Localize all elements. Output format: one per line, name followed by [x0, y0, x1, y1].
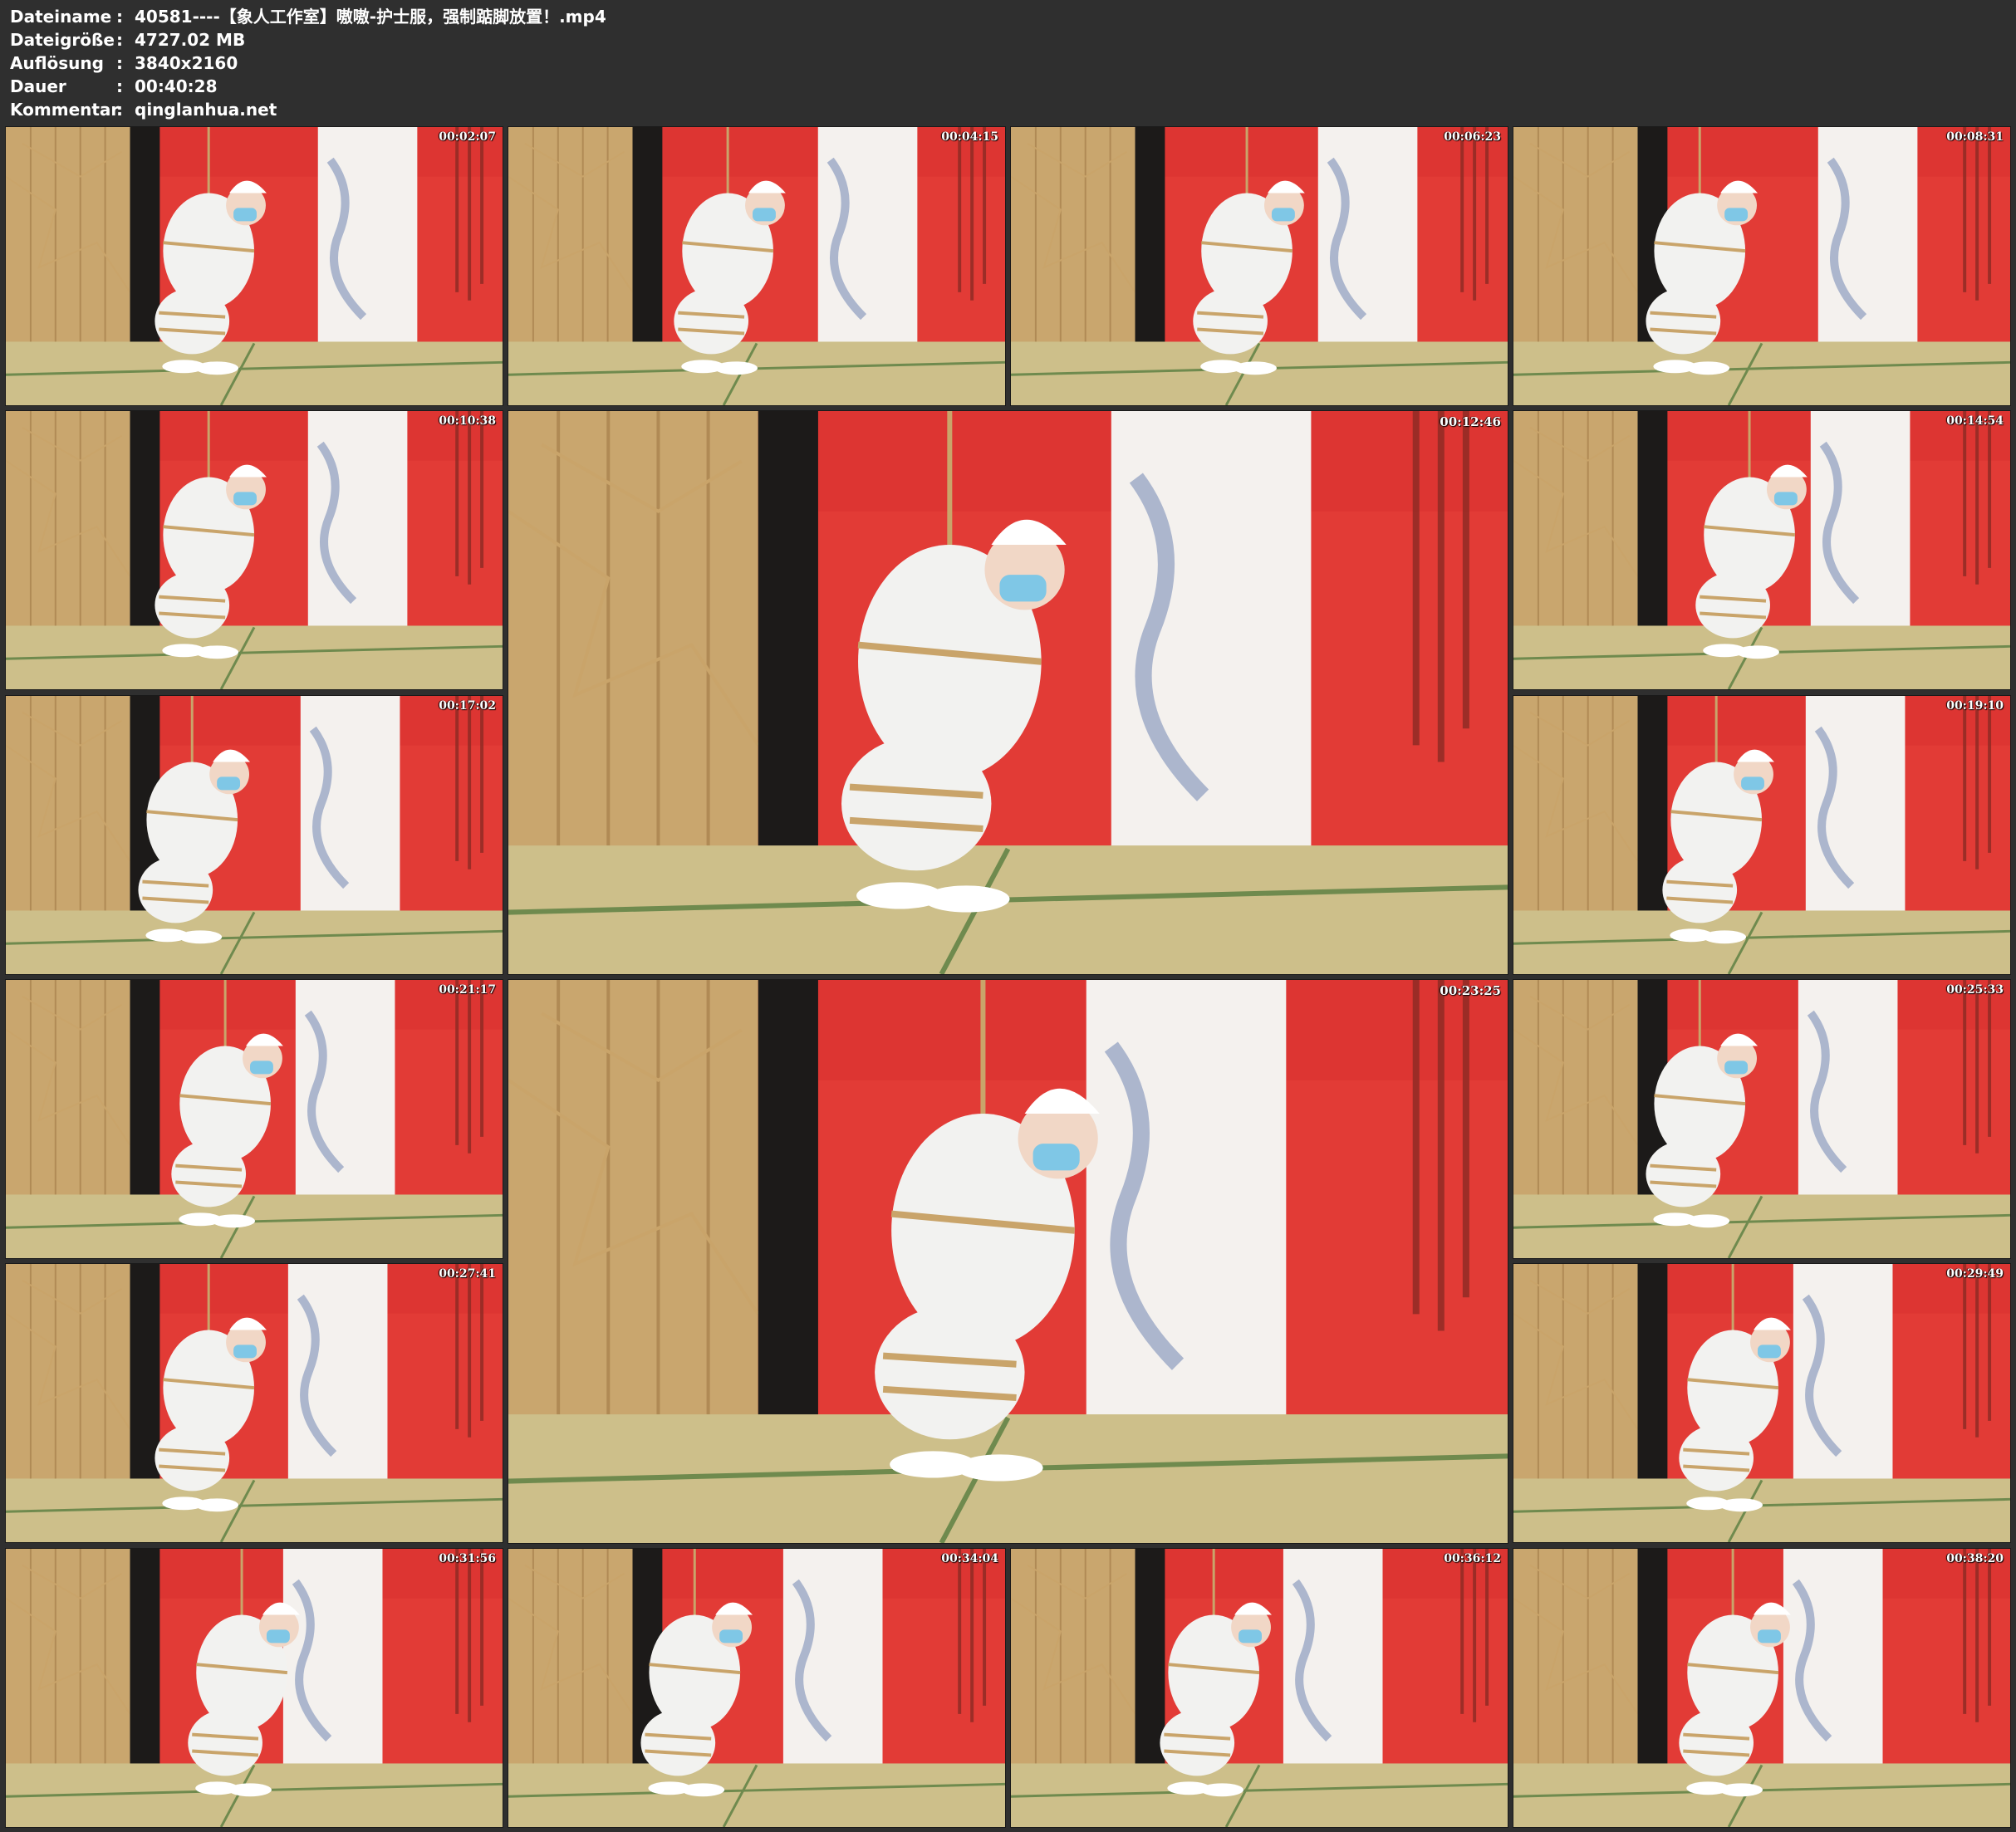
thumbnail-timestamp: 00:19:10 — [1946, 699, 2004, 713]
thumbnail-timestamp: 00:38:20 — [1946, 1552, 2004, 1565]
thumbnail-timestamp: 00:14:54 — [1946, 414, 2004, 428]
thumbnail-timestamp: 00:02:07 — [439, 130, 496, 144]
thumbnail-frame: 00:04:15 — [508, 126, 1006, 406]
thumbnail-frame: 00:25:33 — [1513, 979, 2011, 1259]
thumbnail-frame: 00:14:54 — [1513, 410, 2011, 690]
thumbnail-frame: 00:38:20 — [1513, 1548, 2011, 1828]
thumbnail-frame: 00:36:12 — [1010, 1548, 1508, 1828]
thumbnail-timestamp: 00:17:02 — [439, 699, 496, 713]
thumbnail-frame: 00:10:38 — [5, 410, 503, 690]
thumbnail-timestamp: 00:21:17 — [439, 983, 496, 997]
thumbnail-timestamp: 00:04:15 — [941, 130, 998, 144]
thumbnail-frame: 00:17:02 — [5, 695, 503, 975]
thumbnail-grid: 00:02:07 00:04:15 00:06:23 00:08:31 00:1… — [0, 0, 2016, 1832]
thumbnail-timestamp: 00:08:31 — [1946, 130, 2004, 144]
thumbnail-frame: 00:02:07 — [5, 126, 503, 406]
thumbnail-timestamp: 00:25:33 — [1946, 983, 2004, 997]
thumbnail-timestamp: 00:27:41 — [439, 1267, 496, 1281]
thumbnail-timestamp: 00:29:49 — [1946, 1267, 2004, 1281]
thumbnail-frame: 00:12:46 — [508, 410, 1508, 975]
thumbnail-timestamp: 00:23:25 — [1440, 983, 1501, 998]
thumbnail-timestamp: 00:36:12 — [1444, 1552, 1501, 1565]
thumbnail-frame: 00:31:56 — [5, 1548, 503, 1828]
thumbnail-frame: 00:19:10 — [1513, 695, 2011, 975]
thumbnail-frame: 00:23:25 — [508, 979, 1508, 1544]
thumbnail-frame: 00:08:31 — [1513, 126, 2011, 406]
thumbnail-timestamp: 00:10:38 — [439, 414, 496, 428]
thumbnail-frame: 00:34:04 — [508, 1548, 1006, 1828]
thumbnail-frame: 00:27:41 — [5, 1263, 503, 1543]
thumbnail-timestamp: 00:06:23 — [1444, 130, 1501, 144]
thumbnail-frame: 00:29:49 — [1513, 1263, 2011, 1543]
thumbnail-frame: 00:21:17 — [5, 979, 503, 1259]
thumbnail-frame: 00:06:23 — [1010, 126, 1508, 406]
thumbnail-timestamp: 00:31:56 — [439, 1552, 496, 1565]
thumbnail-timestamp: 00:34:04 — [941, 1552, 998, 1565]
thumbnail-timestamp: 00:12:46 — [1440, 414, 1501, 429]
